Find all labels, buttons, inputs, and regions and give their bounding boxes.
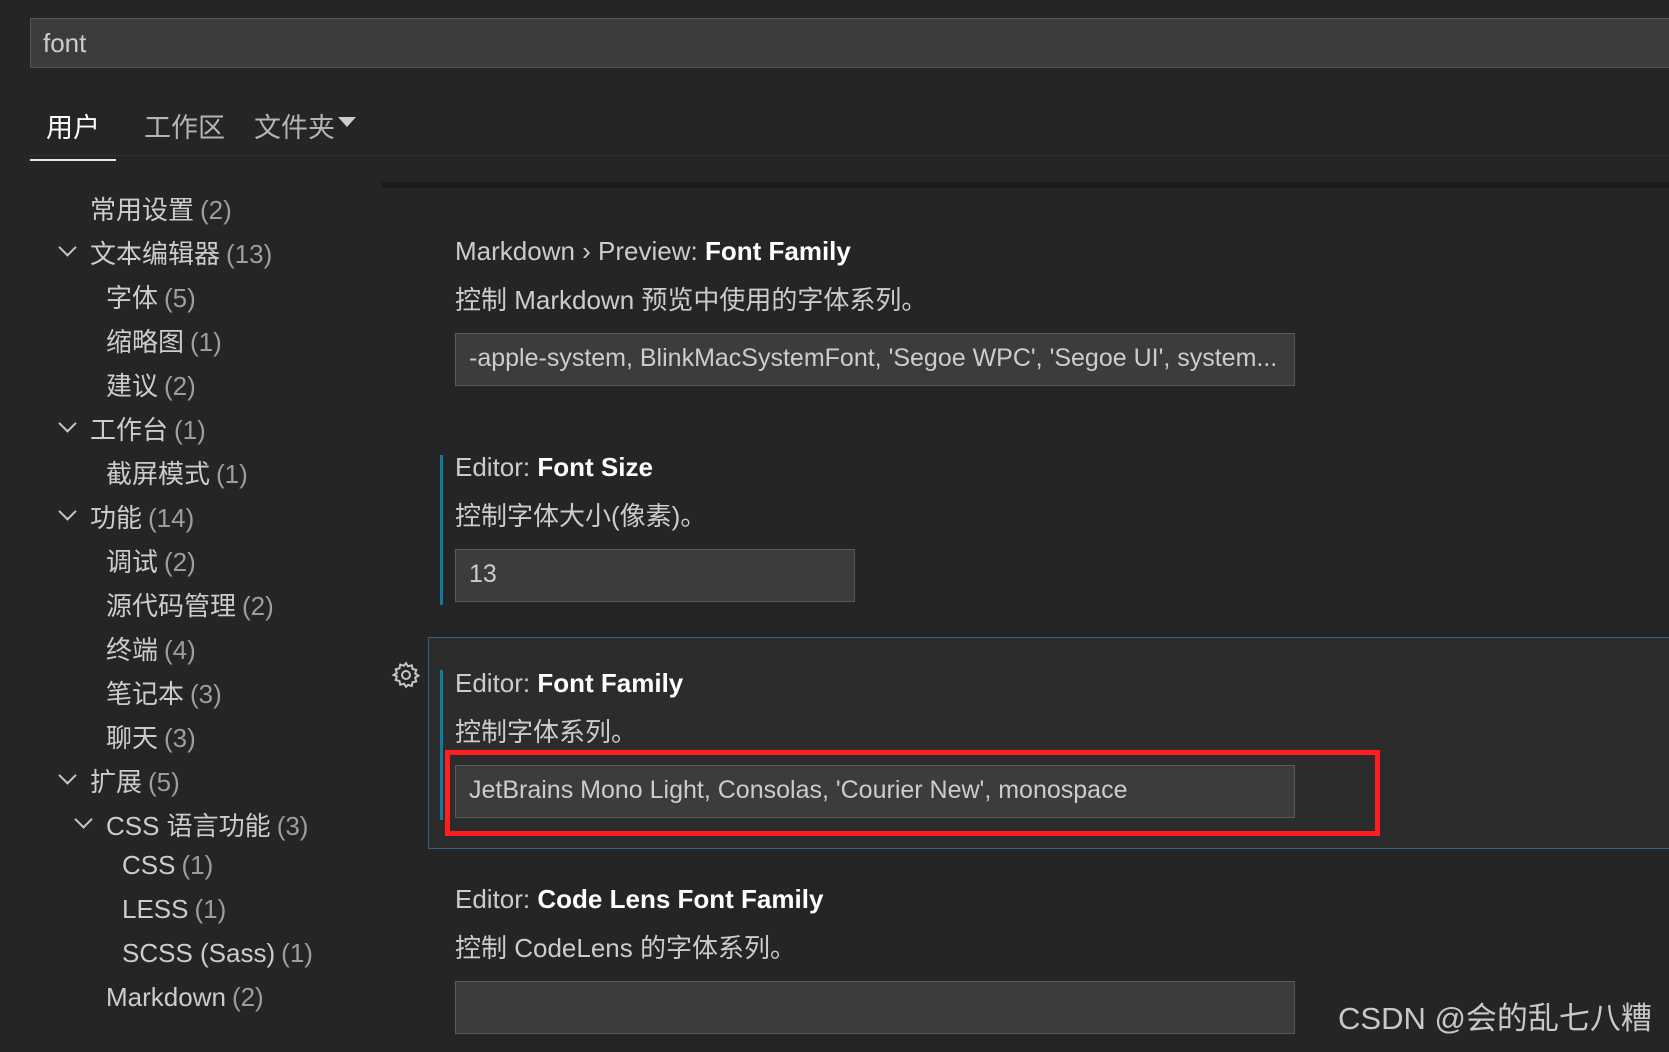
toc-item-count: (5) xyxy=(164,283,196,313)
setting-name: Font Family xyxy=(704,236,851,266)
setting-description: 控制字体大小(像素)。 xyxy=(455,501,707,531)
modified-indicator xyxy=(440,455,443,605)
toc-item-chat[interactable]: 聊天 (3) xyxy=(106,718,196,755)
toc-item-commonly-used[interactable]: 常用设置 (2) xyxy=(90,190,232,227)
toc-item-terminal[interactable]: 终端 (4) xyxy=(106,630,196,667)
toc-item-suggestions[interactable]: 建议 (2) xyxy=(106,366,196,403)
setting-description: 控制 CodeLens 的字体系列。 xyxy=(455,933,796,963)
toc-item-features[interactable]: 功能 (14) xyxy=(90,498,194,535)
toc-item-label: 调试 xyxy=(106,547,159,577)
font-size-input[interactable]: 13 xyxy=(455,549,855,602)
toc-item-label: 工作台 xyxy=(90,415,169,445)
toc-item-label: 聊天 xyxy=(106,723,159,753)
setting-category: Editor: xyxy=(455,668,538,698)
setting-title: Editor: Font Size xyxy=(455,452,855,483)
setting-category: Editor: xyxy=(455,452,538,482)
settings-search-input[interactable]: font xyxy=(30,18,1669,68)
toc-item-count: (5) xyxy=(148,767,180,797)
tab-user[interactable]: 用户 xyxy=(30,100,116,161)
setting-title: Markdown › Preview: Font Family xyxy=(455,236,1295,267)
toc-item-label: 缩略图 xyxy=(106,327,185,357)
chevron-down-icon[interactable] xyxy=(338,117,356,127)
setting-title: Editor: Font Family xyxy=(455,668,1295,699)
setting-description: 控制字体系列。 xyxy=(455,717,638,747)
toc-item-screencast-mode[interactable]: 截屏模式 (1) xyxy=(106,454,248,491)
settings-toc: 常用设置 (2) 文本编辑器 (13) 字体 (5) 缩略图 (1) 建议 (2) 工作台… xyxy=(0,175,382,1052)
tabs-divider xyxy=(30,155,1669,156)
toc-item-label: 文本编辑器 xyxy=(90,239,221,269)
gear-icon[interactable] xyxy=(391,660,421,690)
markdown-font-family-input[interactable]: -apple-system, BlinkMacSystemFont, 'Sego… xyxy=(455,333,1295,386)
setting-category: Editor: xyxy=(455,884,538,914)
setting-description: 控制 Markdown 预览中使用的字体系列。 xyxy=(455,285,928,315)
toc-item-label: SCSS (Sass) xyxy=(122,938,276,968)
toc-item-count: (3) xyxy=(276,811,309,841)
toc-item-count: (1) xyxy=(190,327,222,357)
toc-item-label: 截屏模式 xyxy=(106,459,211,489)
toc-item-count: (1) xyxy=(216,459,248,489)
toc-item-scss[interactable]: SCSS (Sass) (1) xyxy=(122,938,313,969)
chevron-down-icon[interactable] xyxy=(58,502,77,521)
toc-item-less[interactable]: LESS (1) xyxy=(122,894,226,925)
toc-item-label: 常用设置 xyxy=(90,195,195,225)
setting-editor-font-size: Editor: Font Size 控制字体大小(像素)。 13 xyxy=(455,452,855,602)
chevron-down-icon[interactable] xyxy=(58,238,77,257)
toc-item-label: 源代码管理 xyxy=(106,591,237,621)
toc-item-label: 建议 xyxy=(106,371,159,401)
toc-item-markdown[interactable]: Markdown (2) xyxy=(106,982,264,1013)
chevron-down-icon[interactable] xyxy=(74,810,93,829)
toc-item-label: CSS xyxy=(122,850,176,880)
toc-item-notebook[interactable]: 笔记本 (3) xyxy=(106,674,222,711)
settings-list-top-shadow xyxy=(382,182,1669,188)
toc-item-count: (2) xyxy=(164,371,196,401)
toc-item-count: (2) xyxy=(231,982,264,1012)
toc-item-count: (14) xyxy=(148,503,195,533)
setting-category: Markdown › Preview: xyxy=(455,236,705,266)
toc-item-count: (13) xyxy=(226,239,273,269)
setting-name: Font Size xyxy=(537,452,653,482)
toc-item-count: (2) xyxy=(164,547,196,577)
toc-item-minimap[interactable]: 缩略图 (1) xyxy=(106,322,222,359)
code-lens-font-family-input[interactable] xyxy=(455,981,1295,1034)
modified-indicator xyxy=(440,670,443,820)
toc-item-css[interactable]: CSS (1) xyxy=(122,850,213,881)
toc-item-label: CSS 语言功能 xyxy=(106,811,271,841)
setting-title: Editor: Code Lens Font Family xyxy=(455,884,1295,915)
chevron-down-icon[interactable] xyxy=(58,414,77,433)
tab-folder[interactable]: 文件夹 xyxy=(238,100,351,159)
toc-item-extensions[interactable]: 扩展 (5) xyxy=(90,762,180,799)
toc-item-css-language-features[interactable]: CSS 语言功能 (3) xyxy=(106,806,308,843)
toc-item-count: (1) xyxy=(174,415,206,445)
toc-item-count: (3) xyxy=(164,723,196,753)
setting-markdown-preview-font-family: Markdown › Preview: Font Family 控制 Markd… xyxy=(455,236,1295,386)
toc-item-count: (4) xyxy=(164,635,196,665)
toc-item-count: (3) xyxy=(190,679,222,709)
highlight-annotation xyxy=(445,750,1380,836)
toc-item-debug[interactable]: 调试 (2) xyxy=(106,542,196,579)
watermark: CSDN @会的乱七八糟 xyxy=(1338,1001,1652,1036)
setting-name: Code Lens Font Family xyxy=(537,884,824,914)
toc-item-label: 笔记本 xyxy=(106,679,185,709)
toc-item-count: (1) xyxy=(181,850,214,880)
toc-item-label: 字体 xyxy=(106,283,159,313)
setting-editor-code-lens-font-family: Editor: Code Lens Font Family 控制 CodeLen… xyxy=(455,884,1295,1034)
toc-item-label: 终端 xyxy=(106,635,159,665)
toc-item-count: (2) xyxy=(200,195,232,225)
toc-item-scm[interactable]: 源代码管理 (2) xyxy=(106,586,274,623)
toc-item-font[interactable]: 字体 (5) xyxy=(106,278,196,315)
toc-item-count: (1) xyxy=(194,894,227,924)
toc-item-workbench[interactable]: 工作台 (1) xyxy=(90,410,206,447)
toc-item-label: Markdown xyxy=(106,982,226,1012)
toc-item-text-editor[interactable]: 文本编辑器 (13) xyxy=(90,234,272,271)
toc-item-count: (2) xyxy=(242,591,274,621)
tab-workspace[interactable]: 工作区 xyxy=(128,100,241,159)
toc-item-label: 扩展 xyxy=(90,767,143,797)
toc-item-count: (1) xyxy=(281,938,313,968)
chevron-down-icon[interactable] xyxy=(58,766,77,785)
toc-item-label: 功能 xyxy=(90,503,143,533)
setting-name: Font Family xyxy=(537,668,684,698)
toc-item-label: LESS xyxy=(122,894,189,924)
